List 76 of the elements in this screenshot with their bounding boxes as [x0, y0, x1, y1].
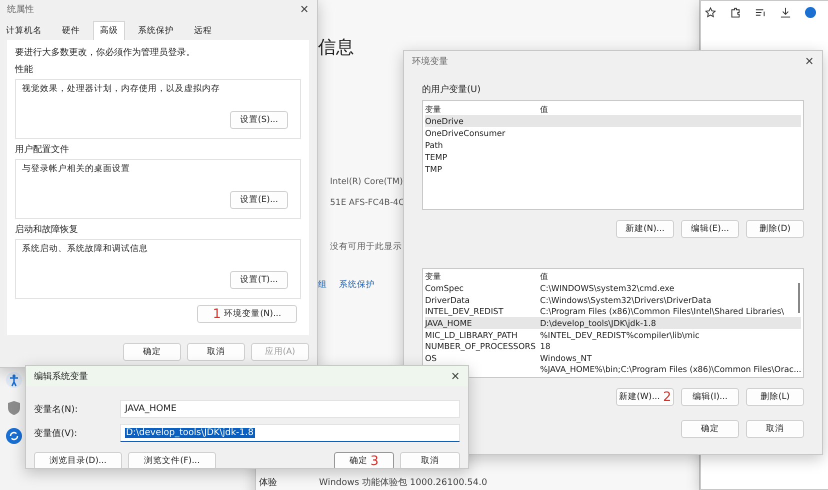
- variable-row[interactable]: ComSpec C:\WINDOWS\system32\cmd.exe: [425, 282, 801, 294]
- column-header: 变量: [425, 104, 442, 114]
- download-icon[interactable]: [780, 7, 791, 18]
- dialog-button[interactable]: 取消: [187, 343, 245, 361]
- variable-button[interactable]: 编辑(I)...: [681, 388, 739, 406]
- column-header: 值: [540, 104, 549, 114]
- sync-icon[interactable]: [6, 428, 22, 444]
- variable-row[interactable]: TMP: [425, 163, 801, 175]
- group-description: 与登录帐户相关的桌面设置: [22, 163, 131, 175]
- variable-button[interactable]: 删除(D): [746, 220, 804, 238]
- close-icon[interactable]: ✕: [804, 54, 814, 68]
- window-title: 编辑系统变量: [34, 370, 88, 382]
- step-number: 1: [212, 308, 222, 320]
- step-number: 2: [662, 390, 672, 404]
- tab[interactable]: 系统保护: [131, 21, 181, 40]
- variable-row[interactable]: MIC_LD_LIBRARY_PATH %INTEL_DEV_REDIST%compiler\lib\mic: [425, 328, 801, 340]
- related-link[interactable]: 系统保护: [339, 279, 375, 291]
- variable-row[interactable]: INTEL_DEV_REDIST C:\Program Files (x86)\Common Files\Intel\Shared Libraries\: [425, 306, 801, 318]
- tab[interactable]: 高级: [93, 21, 125, 40]
- dialog-button[interactable]: 确定: [123, 343, 181, 361]
- system-info-text: 没有可用于此显示: [330, 241, 402, 253]
- close-icon[interactable]: ✕: [450, 370, 460, 382]
- setting-value: Windows 功能体验包 1000.26100.54.0: [319, 476, 488, 489]
- tab[interactable]: 远程: [187, 21, 219, 40]
- close-icon[interactable]: ✕: [300, 2, 309, 16]
- variable-row[interactable]: OneDriveConsumer: [425, 127, 801, 139]
- tab[interactable]: 计算机名: [0, 21, 49, 40]
- ok-button[interactable]: 确定 3: [334, 452, 394, 468]
- input-field[interactable]: D:\develop_tools\JDK\jdk-1.8: [120, 424, 460, 442]
- settings-button[interactable]: 设置(E)...: [230, 191, 288, 209]
- group-title: 启动和故障恢复: [15, 224, 79, 236]
- variable-button[interactable]: 删除(L): [746, 388, 804, 406]
- variable-row[interactable]: JAVA_HOME D:\develop_tools\JDK\jdk-1.8: [425, 317, 801, 329]
- dialog-button[interactable]: 确定: [681, 420, 739, 438]
- window-title: 环境变量: [412, 56, 448, 68]
- star-icon[interactable]: [705, 7, 716, 18]
- system-info-text: Intel(R) Core(TM): [330, 177, 403, 187]
- dialog-button[interactable]: 取消: [746, 420, 804, 438]
- variable-row[interactable]: Path: [425, 139, 801, 151]
- variable-row[interactable]: NUMBER_OF_PROCESSORS 18: [425, 340, 801, 352]
- list-icon[interactable]: [755, 7, 766, 18]
- group-description: 视觉效果，处理器计划，内存使用，以及虚拟内存: [22, 83, 221, 95]
- page-heading: 信息: [318, 36, 354, 59]
- settings-button[interactable]: 设置(S)...: [230, 111, 288, 129]
- variable-row[interactable]: OneDrive: [425, 115, 801, 127]
- step-number: 3: [370, 454, 379, 468]
- variable-button[interactable]: 新建(W)... 2: [616, 388, 674, 406]
- column-header: 值: [540, 271, 549, 282]
- group-title: 用户配置文件: [15, 144, 70, 156]
- input-field[interactable]: JAVA_HOME: [120, 400, 460, 418]
- variable-row[interactable]: OS Windows_NT: [425, 352, 801, 364]
- related-link[interactable]: 组: [318, 279, 327, 291]
- variable-row[interactable]: DriverData C:\Windows\System32\Drivers\DriverData: [425, 294, 801, 306]
- browse-button[interactable]: 浏览文件(F)...: [128, 452, 216, 468]
- shield-icon[interactable]: [6, 400, 22, 416]
- system-info-text: 51E AFS-FC4B-4C: [330, 198, 404, 208]
- profile-icon[interactable]: [805, 7, 816, 18]
- column-header: 变量: [425, 271, 442, 282]
- field-label: 变量名(N):: [34, 404, 79, 416]
- field-label: 变量值(V):: [34, 428, 78, 440]
- notice-text: 要进行大多数更改，你必须作为管理员登录。: [15, 46, 196, 59]
- variable-row[interactable]: TEMP: [425, 151, 801, 163]
- browse-button[interactable]: 浏览目录(D)...: [34, 452, 122, 468]
- puzzle-icon[interactable]: [730, 7, 741, 18]
- environment-variables-button[interactable]: 1 环境变量(N)...: [197, 305, 297, 323]
- group-description: 系统启动、系统故障和调试信息: [22, 243, 149, 255]
- setting-label: 体验: [259, 476, 277, 489]
- variable-button[interactable]: 新建(N)...: [616, 220, 674, 238]
- window-title: 统属性: [7, 4, 34, 16]
- settings-button[interactable]: 设置(T)...: [230, 271, 288, 289]
- section-label: 的用户变量(U): [422, 84, 481, 96]
- cancel-button[interactable]: 取消: [400, 452, 460, 468]
- group-title: 性能: [15, 64, 34, 76]
- variable-button[interactable]: 编辑(E)...: [681, 220, 739, 238]
- tab[interactable]: 硬件: [55, 21, 87, 40]
- accessibility-icon[interactable]: [6, 372, 22, 388]
